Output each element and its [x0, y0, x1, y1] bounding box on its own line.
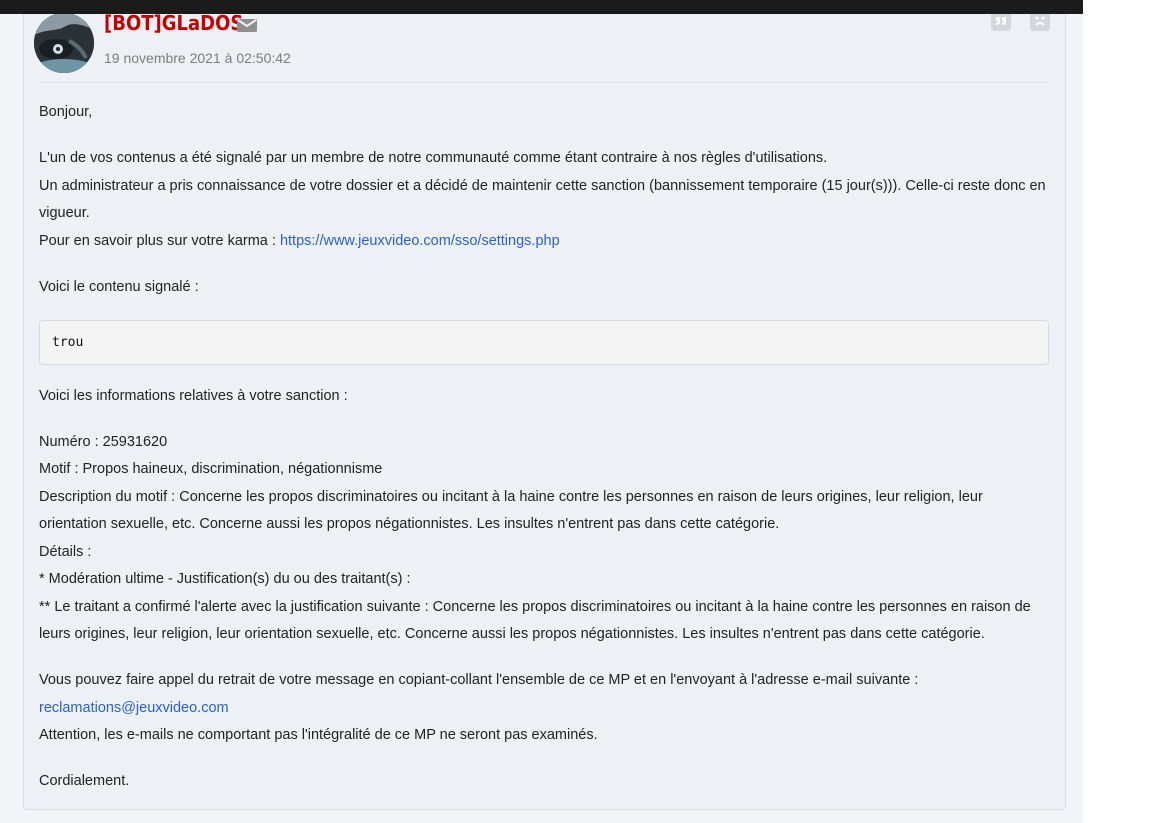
appeal-warning: Attention, les e-mails ne comportant pas…: [39, 727, 598, 743]
details-label: Détails :: [39, 543, 92, 560]
karma-line: Pour en savoir plus sur votre karma : ht…: [39, 228, 1054, 256]
reported-content-box: trou: [39, 319, 1049, 365]
closing-text: Cordialement.: [39, 773, 130, 789]
intro-line-2: Un administrateur a pris connaissance de…: [39, 177, 1046, 222]
karma-text: Pour en savoir plus sur votre karma :: [39, 232, 280, 249]
header-divider: [39, 82, 1048, 83]
appeal-text: Vous pouvez faire appel du retrait de vo…: [39, 672, 919, 688]
sanction-reason: Motif : Propos haineux, discrimination, …: [39, 461, 383, 477]
author-username[interactable]: [BOT]GLaDOS: [104, 11, 243, 35]
closing-paragraph: Cordialement.: [39, 768, 1054, 796]
right-blank-area: [1083, 0, 1152, 823]
content-intro-text: Voici le contenu signalé :: [39, 278, 199, 295]
message-body: Bonjour, L'un de vos contenus a été sign…: [39, 99, 1054, 814]
moderation-note: * Modération ultime - Justification(s) d…: [39, 571, 411, 587]
reported-content-text: trou: [52, 334, 84, 350]
appeal-paragraph: Vous pouvez faire appel du retrait de vo…: [39, 667, 1054, 750]
message-date: 19 novembre 2021 à 02:50:42: [104, 50, 291, 66]
alert-icon[interactable]: [1030, 11, 1050, 31]
sanction-details-paragraph: Numéro : 25931620 Motif : Propos haineux…: [39, 429, 1054, 649]
greeting-paragraph: Bonjour,: [39, 99, 1054, 127]
greeting-text: Bonjour,: [39, 104, 93, 120]
quote-icon[interactable]: [991, 11, 1011, 31]
sanction-description: Description du motif : Concerne les prop…: [39, 488, 983, 533]
email-link[interactable]: reclamations@jeuxvideo.com: [39, 695, 1054, 723]
sanction-intro-text: Voici les informations relatives à votre…: [39, 387, 348, 404]
intro-paragraph: L'un de vos contenus a été signalé par u…: [39, 145, 1054, 255]
intro-line-1: L'un de vos contenus a été signalé par u…: [39, 150, 828, 166]
page: [BOT]GLaDOS 19 novembre 2021 à 02:50:42: [0, 0, 1152, 823]
karma-link[interactable]: https://www.jeuxvideo.com/sso/settings.p…: [280, 233, 560, 249]
author-avatar[interactable]: [34, 13, 94, 73]
mail-icon[interactable]: [237, 18, 257, 33]
avatar-image: [34, 13, 94, 73]
sanction-number: Numéro : 25931620: [39, 433, 168, 450]
private-message-card: [BOT]GLaDOS 19 novembre 2021 à 02:50:42: [23, 0, 1066, 810]
content-intro-paragraph: Voici le contenu signalé :: [39, 274, 1054, 302]
top-dark-bar: [0, 0, 1083, 14]
sanction-intro-paragraph: Voici les informations relatives à votre…: [39, 383, 1054, 411]
handler-justification: ** Le traitant a confirmé l'alerte avec …: [39, 598, 1031, 643]
